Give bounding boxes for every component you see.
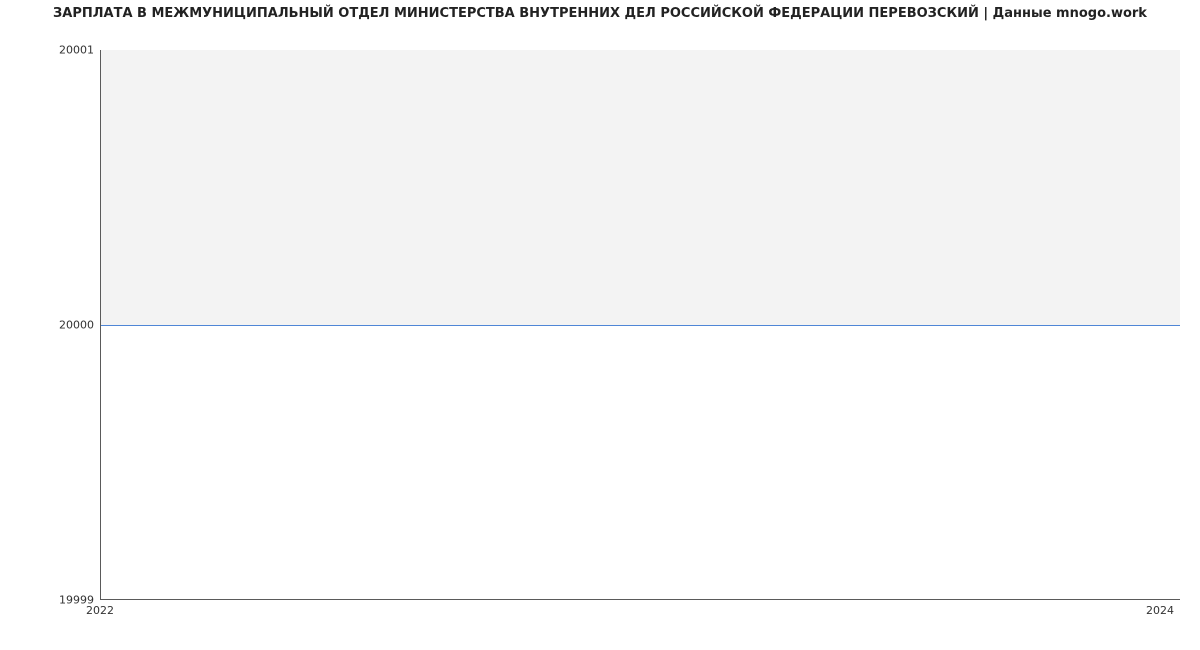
y-tick-top: 20001 <box>34 44 94 57</box>
salary-line-chart: ЗАРПЛАТА В МЕЖМУНИЦИПАЛЬНЫЙ ОТДЕЛ МИНИСТ… <box>0 0 1200 650</box>
x-tick-right: 2024 <box>1146 604 1174 617</box>
series-line <box>101 325 1180 326</box>
x-tick-left: 2022 <box>86 604 114 617</box>
plot-area <box>100 50 1180 600</box>
y-tick-bottom: 19999 <box>34 594 94 607</box>
y-tick-mid: 20000 <box>34 319 94 332</box>
upper-band <box>101 50 1180 325</box>
chart-title: ЗАРПЛАТА В МЕЖМУНИЦИПАЛЬНЫЙ ОТДЕЛ МИНИСТ… <box>0 6 1200 21</box>
